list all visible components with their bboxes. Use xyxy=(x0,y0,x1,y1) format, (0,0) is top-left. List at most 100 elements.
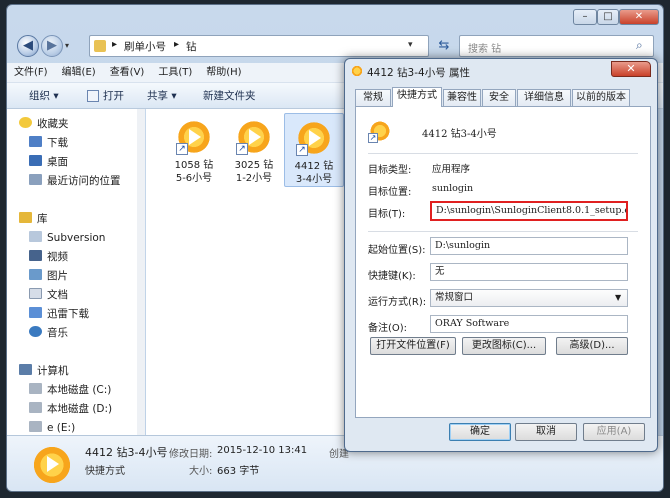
nav-favorites[interactable]: 收藏夹 xyxy=(19,115,69,133)
refresh-icon[interactable]: ⇆ xyxy=(433,35,455,57)
nav-label: 迅雷下载 xyxy=(47,308,89,320)
video-icon xyxy=(29,250,42,261)
comment-field[interactable]: ORAY Software xyxy=(430,315,628,333)
breadcrumb-separator: ▸ xyxy=(174,39,180,50)
sunlogin-shortcut-icon: ↗ xyxy=(294,118,334,158)
nav-pictures[interactable]: 图片 xyxy=(29,267,68,285)
target-field[interactable]: D:\sunlogin\SunloginClient8.0.1_setup.e xyxy=(430,201,628,221)
file-list: ↗ 1058 钻 5-6小号 ↗ 3025 钻 1-2小号 ↗ 4412 钻 3… xyxy=(146,109,346,435)
divider xyxy=(368,231,638,232)
nav-documents[interactable]: 文档 xyxy=(29,286,68,304)
organize-button[interactable]: 组织 ▾ xyxy=(29,83,59,109)
search-icon: ⌕ xyxy=(636,38,643,52)
sunlogin-large-icon xyxy=(29,442,75,488)
maximize-button[interactable]: □ xyxy=(597,9,619,25)
tab-shortcut[interactable]: 快捷方式 xyxy=(392,87,442,107)
search-placeholder: 搜索 钻 xyxy=(468,44,502,55)
nav-label: 图片 xyxy=(47,270,68,282)
target-location-value: sunlogin xyxy=(432,183,474,194)
file-name: 5-6小号 xyxy=(175,173,213,184)
start-in-label: 起始位置(S): xyxy=(368,245,426,256)
search-input[interactable]: 搜索 钻 ⌕ xyxy=(459,35,654,57)
nav-label: 音乐 xyxy=(47,327,68,339)
nav-recent[interactable]: 最近访问的位置 xyxy=(29,172,121,190)
nav-desktop[interactable]: 桌面 xyxy=(29,153,68,171)
file-item[interactable]: ↗ 1058 钻 5-6小号 xyxy=(164,117,224,185)
change-icon-button[interactable]: 更改图标(C)... xyxy=(462,337,546,355)
library-folder-icon xyxy=(29,231,42,242)
forward-button[interactable]: ▶ xyxy=(41,35,63,57)
nav-computer[interactable]: 计算机 xyxy=(19,362,69,380)
file-item-selected[interactable]: ↗ 4412 钻 3-4小号 xyxy=(284,113,344,187)
hotkey-field[interactable]: 无 xyxy=(430,263,628,281)
share-button[interactable]: 共享 ▾ xyxy=(147,83,177,109)
sunlogin-shortcut-icon: ↗ xyxy=(174,117,214,157)
back-button[interactable]: ◀ xyxy=(17,35,39,57)
tab-security[interactable]: 安全 xyxy=(482,89,516,106)
star-icon xyxy=(19,117,32,128)
music-icon xyxy=(29,326,42,337)
nav-label: 文档 xyxy=(47,289,68,301)
nav-subversion[interactable]: Subversion xyxy=(29,229,105,247)
tab-details[interactable]: 详细信息 xyxy=(517,89,571,106)
ok-button[interactable]: 确定 xyxy=(449,423,511,441)
details-size: 663 字节 xyxy=(217,466,260,477)
nav-libraries[interactable]: 库 xyxy=(19,210,48,228)
run-select[interactable]: 常规窗口 ▼ xyxy=(430,289,628,307)
open-button[interactable]: 打开 xyxy=(103,83,124,109)
open-icon xyxy=(87,90,99,102)
drive-icon xyxy=(29,402,42,413)
nav-label: 视频 xyxy=(47,251,68,263)
advanced-button[interactable]: 高级(D)... xyxy=(556,337,628,355)
menu-help[interactable]: 帮助(H) xyxy=(199,63,248,83)
menu-tools[interactable]: 工具(T) xyxy=(151,63,199,83)
file-name: 3-4小号 xyxy=(295,174,333,185)
tab-previous-versions[interactable]: 以前的版本 xyxy=(572,89,630,106)
cancel-button[interactable]: 取消 xyxy=(515,423,577,441)
tab-general[interactable]: 常规 xyxy=(355,89,391,106)
nav-music[interactable]: 音乐 xyxy=(29,324,68,342)
address-bar[interactable]: ▸ 刷单小号 ▸ 钻 ▾ xyxy=(89,35,429,57)
close-button[interactable]: ✕ xyxy=(619,9,659,25)
new-folder-button[interactable]: 新建文件夹 xyxy=(203,83,256,109)
file-name: 3025 钻 xyxy=(234,160,274,171)
nav-label: Subversion xyxy=(47,232,106,244)
document-icon xyxy=(29,288,42,299)
nav-videos[interactable]: 视频 xyxy=(29,248,68,266)
nav-scrollbar[interactable] xyxy=(137,109,145,435)
nav-thunder-downloads[interactable]: 迅雷下载 xyxy=(29,305,89,323)
apply-button[interactable]: 应用(A) xyxy=(583,423,645,441)
nav-downloads[interactable]: 下载 xyxy=(29,134,68,152)
file-name: 4412 钻 xyxy=(294,161,334,172)
breadcrumb-separator: ▸ xyxy=(112,39,118,50)
target-location-label: 目标位置: xyxy=(368,187,412,198)
start-in-field[interactable]: D:\sunlogin xyxy=(430,237,628,255)
breadcrumb-item[interactable]: 钻 xyxy=(186,39,197,54)
dialog-close-button[interactable]: ✕ xyxy=(611,61,651,77)
sunlogin-small-icon xyxy=(351,65,363,77)
menu-edit[interactable]: 编辑(E) xyxy=(55,63,103,83)
properties-dialog: 4412 钻3-4小号 属性 ✕ 常规 快捷方式 兼容性 安全 详细信息 以前的… xyxy=(344,58,658,452)
menu-view[interactable]: 查看(V) xyxy=(103,63,152,83)
chevron-down-icon[interactable]: ▾ xyxy=(408,40,413,50)
tab-compatibility[interactable]: 兼容性 xyxy=(443,89,481,106)
recent-pages-icon[interactable]: ▾ xyxy=(65,41,69,50)
open-file-location-button[interactable]: 打开文件位置(F) xyxy=(370,337,456,355)
computer-icon xyxy=(19,364,32,375)
file-name: 1058 钻 xyxy=(174,160,214,171)
run-select-value: 常规窗口 xyxy=(435,292,474,303)
drive-icon xyxy=(29,421,42,432)
nav-drive-c[interactable]: 本地磁盘 (C:) xyxy=(29,381,111,399)
shortcut-tab-panel: ↗ 4412 钻3-4小号 目标类型: 应用程序 目标位置: sunlogin … xyxy=(355,106,651,418)
menu-file[interactable]: 文件(F) xyxy=(7,63,55,83)
recent-places-icon xyxy=(29,174,42,185)
shortcut-name: 4412 钻3-4小号 xyxy=(422,129,497,140)
chevron-down-icon: ▼ xyxy=(615,293,622,302)
download-icon xyxy=(29,307,42,318)
nav-label: e (E:) xyxy=(47,422,76,434)
target-type-value: 应用程序 xyxy=(432,164,471,175)
breadcrumb-item[interactable]: 刷单小号 xyxy=(124,39,166,54)
file-item[interactable]: ↗ 3025 钻 1-2小号 xyxy=(224,117,284,185)
nav-drive-d[interactable]: 本地磁盘 (D:) xyxy=(29,400,112,418)
minimize-button[interactable]: – xyxy=(573,9,597,25)
